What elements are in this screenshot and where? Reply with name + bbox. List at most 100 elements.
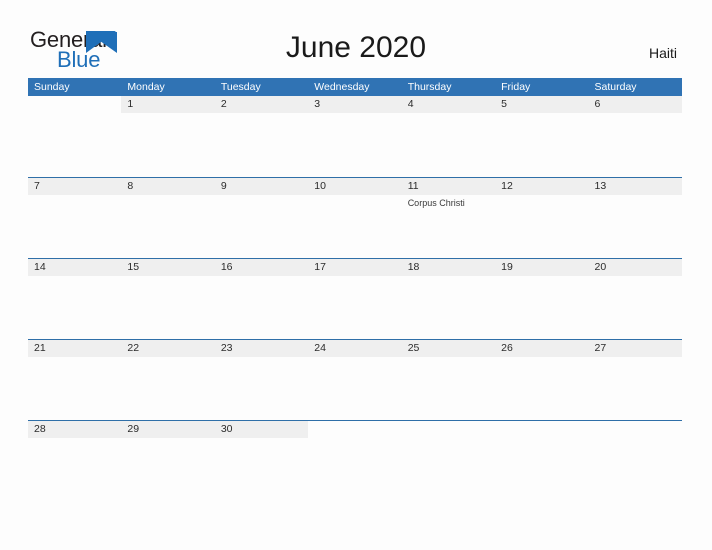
weekday-header-row: Sunday Monday Tuesday Wednesday Thursday Frid…: [28, 78, 682, 96]
calendar-day-cell[interactable]: 29: [121, 421, 215, 501]
day-number: 3: [314, 98, 321, 110]
day-number: 2: [220, 98, 227, 110]
weekday-header-wednesday: Wednesday: [314, 81, 370, 93]
calendar-week-row: 21 22 23 24 25 26 27: [28, 339, 682, 420]
calendar-day-cell[interactable]: 22: [121, 340, 215, 420]
calendar-day-cell[interactable]: 27: [588, 340, 682, 420]
calendar-day-cell[interactable]: 14: [28, 259, 122, 339]
day-number-band: [121, 96, 215, 113]
calendar-day-cell[interactable]: 13: [588, 178, 682, 258]
weekday-header-saturday: Saturday: [594, 81, 637, 93]
day-number: 29: [127, 423, 140, 435]
day-number: 4: [407, 98, 414, 110]
calendar-page: General Blue June 2020 Haiti Sunday Monda…: [0, 0, 712, 550]
calendar-day-cell[interactable]: 15: [121, 259, 215, 339]
calendar-day-cell[interactable]: 12: [495, 178, 589, 258]
day-number-band: [214, 178, 309, 195]
weekday-header-friday: Friday: [501, 81, 531, 93]
calendar-day-cell[interactable]: 18: [401, 259, 496, 339]
day-number: 13: [594, 180, 607, 192]
holiday-label: Corpus Christi: [407, 198, 465, 208]
day-number-band: [308, 421, 401, 438]
calendar-day-cell[interactable]: 1: [121, 96, 215, 176]
calendar-day-cell-empty: [495, 421, 588, 501]
day-events: Corpus Christi: [408, 197, 492, 209]
day-number-band: [28, 96, 121, 113]
calendar-day-cell[interactable]: 6: [588, 96, 682, 176]
weekday-header-monday: Monday: [127, 81, 165, 93]
day-number-band: [401, 96, 496, 113]
calendar-week-row: 28 29 30: [28, 420, 682, 501]
day-number: 19: [501, 261, 513, 273]
calendar-day-cell[interactable]: 8: [121, 178, 215, 258]
day-number-band: [589, 421, 682, 438]
day-number-band: [308, 96, 402, 113]
calendar-day-cell-empty: [402, 421, 495, 501]
calendar-day-cell[interactable]: 16: [214, 259, 309, 339]
calendar-day-cell[interactable]: 26: [495, 340, 589, 420]
day-number: 28: [34, 423, 46, 435]
day-number-band: [121, 178, 215, 195]
day-number: 7: [34, 180, 40, 192]
calendar-day-cell[interactable]: 3: [308, 96, 402, 176]
calendar-day-cell-empty: [28, 96, 121, 176]
calendar-week-row: 7 8 9 10 11 Corpus Christi 12 13: [28, 177, 682, 258]
calendar-day-cell[interactable]: 5: [495, 96, 589, 176]
day-number-band: [214, 96, 309, 113]
day-number: 16: [220, 261, 233, 273]
calendar-day-cell[interactable]: 17: [308, 259, 402, 339]
calendar-day-cell[interactable]: 23: [214, 340, 309, 420]
calendar-grid: Sunday Monday Tuesday Wednesday Thursday Frid…: [28, 78, 682, 501]
calendar-day-cell[interactable]: 2: [214, 96, 309, 176]
page-title: June 2020: [285, 31, 427, 64]
day-number: 1: [127, 98, 134, 110]
calendar-day-cell[interactable]: 30: [214, 421, 309, 501]
calendar-body: 1 2 3 4 5 6 7 8 9 10 11 Corpus Christi 12 13 14 15 16 17 1…: [28, 96, 682, 501]
day-number: 14: [34, 261, 46, 273]
calendar-day-cell[interactable]: 10: [308, 178, 402, 258]
calendar-week-row: 14 15 16 17 18 19 20: [28, 258, 682, 339]
day-number: 12: [501, 180, 513, 192]
weekday-header-tuesday: Tuesday: [220, 81, 261, 93]
calendar-day-cell[interactable]: 11 Corpus Christi: [401, 178, 496, 258]
calendar-day-cell[interactable]: 9: [214, 178, 309, 258]
day-number: 24: [314, 342, 326, 354]
day-number: 11: [407, 180, 419, 192]
day-number: 10: [314, 180, 326, 192]
calendar-day-cell[interactable]: 24: [308, 340, 402, 420]
calendar-day-cell-empty: [589, 421, 682, 501]
calendar-day-cell-empty: [308, 421, 401, 501]
day-number: 22: [127, 342, 140, 354]
calendar-day-cell[interactable]: 25: [401, 340, 496, 420]
day-number: 5: [501, 98, 507, 110]
day-number-band: [495, 96, 589, 113]
day-number: 21: [34, 342, 46, 354]
page-header: General Blue June 2020 Haiti: [0, 0, 712, 78]
day-number: 20: [594, 261, 607, 273]
weekday-header-thursday: Thursday: [407, 81, 452, 93]
day-number: 18: [407, 261, 420, 273]
day-number: 23: [220, 342, 233, 354]
day-number: 6: [594, 98, 601, 110]
day-number-band: [495, 421, 588, 438]
weekday-header-sunday: Sunday: [34, 81, 70, 93]
day-number-band: [588, 96, 682, 113]
calendar-day-cell[interactable]: 4: [401, 96, 496, 176]
day-number: 17: [314, 261, 326, 273]
calendar-day-cell[interactable]: 19: [495, 259, 589, 339]
country-label: Haiti: [648, 45, 677, 61]
day-number: 15: [127, 261, 140, 273]
calendar-day-cell[interactable]: 28: [28, 421, 122, 501]
day-number: 26: [501, 342, 513, 354]
day-number: 30: [220, 423, 233, 435]
calendar-day-cell[interactable]: 20: [588, 259, 682, 339]
day-number: 27: [594, 342, 607, 354]
day-number-band: [402, 421, 495, 438]
day-number: 8: [127, 180, 134, 192]
day-number: 25: [407, 342, 420, 354]
calendar-week-row: 1 2 3 4 5 6: [28, 96, 682, 177]
calendar-day-cell[interactable]: 21: [28, 340, 122, 420]
day-number-band: [28, 178, 122, 195]
calendar-day-cell[interactable]: 7: [28, 178, 122, 258]
day-number: 9: [220, 180, 227, 192]
